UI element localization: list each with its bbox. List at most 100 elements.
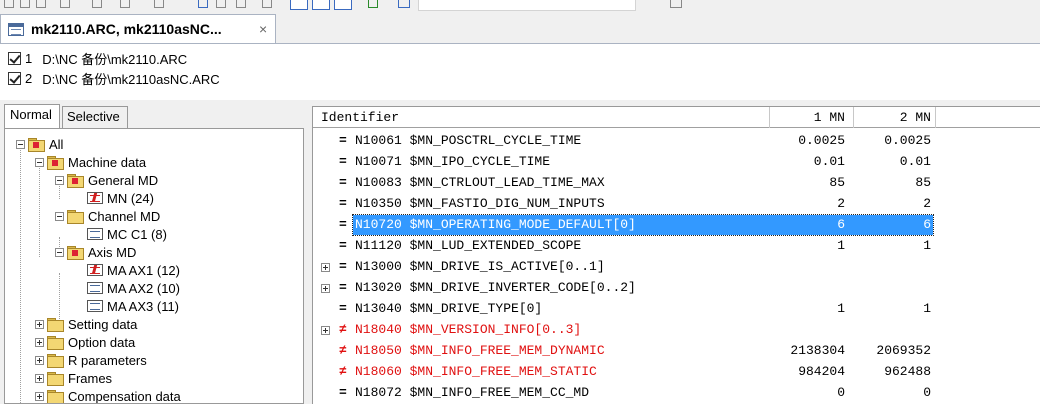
tree-node-machine-data[interactable]: Machine data — [35, 153, 146, 171]
row-identifier: N11120 $MN_LUD_EXTENDED_SCOPE — [355, 238, 582, 253]
table-row[interactable]: = N10350 $MN_FASTIO_DIG_NUM_INPUTS 2 2 — [313, 194, 1040, 215]
tree-node-axis-md[interactable]: Axis MD — [55, 243, 136, 261]
toolbar-button[interactable] — [198, 0, 208, 8]
tree-node-channel-md[interactable]: Channel MD — [55, 207, 160, 225]
collapse-icon[interactable] — [55, 247, 64, 257]
row-identifier: N18050 $MN_INFO_FREE_MEM_DYNAMIC — [355, 343, 605, 358]
toolbar-button[interactable] — [154, 0, 164, 8]
collapse-icon[interactable] — [55, 175, 64, 185]
file-checkbox[interactable] — [8, 71, 21, 85]
tree-node-label: Option data — [68, 334, 136, 350]
tree-node-r-parameters[interactable]: R parameters — [35, 351, 147, 369]
file-entry[interactable]: 2 D:\NC 备份\mk2110asNC.ARC — [8, 69, 220, 87]
row-value-1: 1 — [837, 301, 845, 316]
toolbar-button[interactable] — [216, 0, 226, 8]
collapse-icon[interactable] — [35, 157, 44, 167]
tree-node-setting-data[interactable]: Setting data — [35, 315, 137, 333]
table-row-differs[interactable]: ≠ N18040 $MN_VERSION_INFO[0..3] — [313, 320, 1040, 341]
expand-icon[interactable] — [321, 284, 330, 293]
table-row[interactable]: = N13000 $MN_DRIVE_IS_ACTIVE[0..1] — [313, 257, 1040, 278]
column-divider[interactable] — [769, 107, 770, 128]
tree-connector — [20, 147, 21, 403]
table-row[interactable]: = N10061 $MN_POSCTRL_CYCLE_TIME 0.0025 0… — [313, 131, 1040, 152]
table-row-differs[interactable]: ≠ N18060 $MN_INFO_FREE_MEM_STATIC 984204… — [313, 362, 1040, 383]
document-icon — [8, 23, 24, 36]
nav-up-button[interactable] — [290, 0, 308, 10]
expand-icon[interactable] — [35, 373, 44, 383]
column-divider[interactable] — [935, 107, 936, 128]
file-checkbox[interactable] — [8, 51, 21, 65]
tab-selective[interactable]: Selective — [62, 106, 128, 128]
row-identifier: N13020 $MN_DRIVE_INVERTER_CODE[0..2] — [355, 280, 636, 295]
row-identifier: N10083 $MN_CTRLOUT_LEAD_TIME_MAX — [355, 175, 605, 190]
table-row[interactable]: = N10071 $MN_IPO_CYCLE_TIME 0.01 0.01 — [313, 152, 1040, 173]
tree-connector — [39, 165, 40, 257]
column-header-2-mn[interactable]: 2 MN — [857, 110, 931, 125]
toolbar-button[interactable] — [670, 0, 682, 8]
column-divider[interactable] — [853, 107, 854, 128]
tree-node-ma-ax2[interactable]: MA AX2 (10) — [87, 279, 180, 297]
tree-node-general-md[interactable]: General MD — [55, 171, 158, 189]
tab-normal[interactable]: Normal — [4, 104, 60, 128]
file-entry[interactable]: 1 D:\NC 备份\mk2110.ARC — [8, 49, 187, 67]
document-icon — [87, 228, 103, 240]
toolbar — [0, 0, 1040, 12]
document-tab-title: mk2110.ARC, mk2110asNC... — [31, 21, 222, 37]
folder-icon — [28, 138, 45, 152]
table-row[interactable]: = N18072 $MN_INFO_FREE_MEM_CC_MD 0 0 — [313, 383, 1040, 404]
tree-node-compensation-data[interactable]: Compensation data — [35, 387, 181, 403]
table-row-differs[interactable]: ≠ N18050 $MN_INFO_FREE_MEM_DYNAMIC 21383… — [313, 341, 1040, 362]
table-row[interactable]: = N13040 $MN_DRIVE_TYPE[0] 1 1 — [313, 299, 1040, 320]
toolbar-button[interactable] — [60, 0, 70, 8]
tree-node-ma-ax1[interactable]: MA AX1 (12) — [87, 261, 180, 279]
toolbar-input[interactable] — [418, 0, 636, 11]
table-row[interactable]: = N13020 $MN_DRIVE_INVERTER_CODE[0..2] — [313, 278, 1040, 299]
row-value-2: 85 — [915, 175, 931, 190]
row-value-1: 2138304 — [790, 343, 845, 358]
row-value-2: 0.0025 — [884, 133, 931, 148]
toolbar-button[interactable] — [398, 0, 410, 8]
expand-icon[interactable] — [35, 337, 44, 347]
nav-next-button[interactable] — [334, 0, 352, 10]
toolbar-button[interactable] — [92, 0, 102, 8]
document-tab[interactable]: mk2110.ARC, mk2110asNC... × — [0, 14, 276, 44]
tree-node-label: Channel MD — [88, 208, 161, 224]
dropdown-arrow-icon[interactable] — [640, 0, 646, 8]
toolbar-button[interactable] — [20, 0, 30, 8]
row-identifier: N18040 $MN_VERSION_INFO[0..3] — [355, 322, 582, 337]
toolbar-button[interactable] — [4, 0, 14, 8]
collapse-icon[interactable] — [55, 211, 64, 221]
expand-icon[interactable] — [35, 319, 44, 329]
expand-icon[interactable] — [35, 391, 44, 401]
tree-node-mn[interactable]: MN (24) — [87, 189, 154, 207]
table-row[interactable]: = N10083 $MN_CTRLOUT_LEAD_TIME_MAX 85 85 — [313, 173, 1040, 194]
toolbar-button[interactable] — [262, 0, 272, 8]
table-row-selected[interactable]: = N10720 $MN_OPERATING_MODE_DEFAULT[0] 6… — [313, 214, 1040, 236]
tree-node-frames[interactable]: Frames — [35, 369, 112, 387]
nav-down-button[interactable] — [312, 0, 330, 10]
document-icon — [87, 282, 103, 294]
expand-icon[interactable] — [321, 263, 330, 272]
column-header-identifier[interactable]: Identifier — [321, 110, 399, 125]
toolbar-button[interactable] — [120, 0, 130, 8]
close-icon[interactable]: × — [259, 21, 267, 37]
row-value-1: 6 — [837, 217, 845, 232]
tree-node-label: MA AX3 (11) — [107, 298, 180, 314]
expand-icon[interactable] — [321, 326, 330, 335]
folder-icon — [47, 390, 64, 403]
tree-node-all[interactable]: All — [16, 135, 63, 153]
tree-node-ma-ax3[interactable]: MA AX3 (11) — [87, 297, 179, 315]
tree-node-mc-c1[interactable]: MC C1 (8) — [87, 225, 167, 243]
toolbar-button[interactable] — [36, 0, 46, 8]
row-value-2: 962488 — [884, 364, 931, 379]
toolbar-button[interactable] — [236, 0, 246, 8]
column-header-1-mn[interactable]: 1 MN — [785, 110, 845, 125]
toolbar-button[interactable] — [368, 0, 378, 8]
table-row[interactable]: = N11120 $MN_LUD_EXTENDED_SCOPE 1 1 — [313, 236, 1040, 257]
row-value-2: 1 — [923, 301, 931, 316]
tree-node-label: MA AX1 (12) — [107, 262, 180, 278]
collapse-icon[interactable] — [16, 139, 25, 149]
expand-icon[interactable] — [35, 355, 44, 365]
file-path: D:\NC 备份\mk2110.ARC — [42, 51, 188, 67]
tree-node-option-data[interactable]: Option data — [35, 333, 135, 351]
